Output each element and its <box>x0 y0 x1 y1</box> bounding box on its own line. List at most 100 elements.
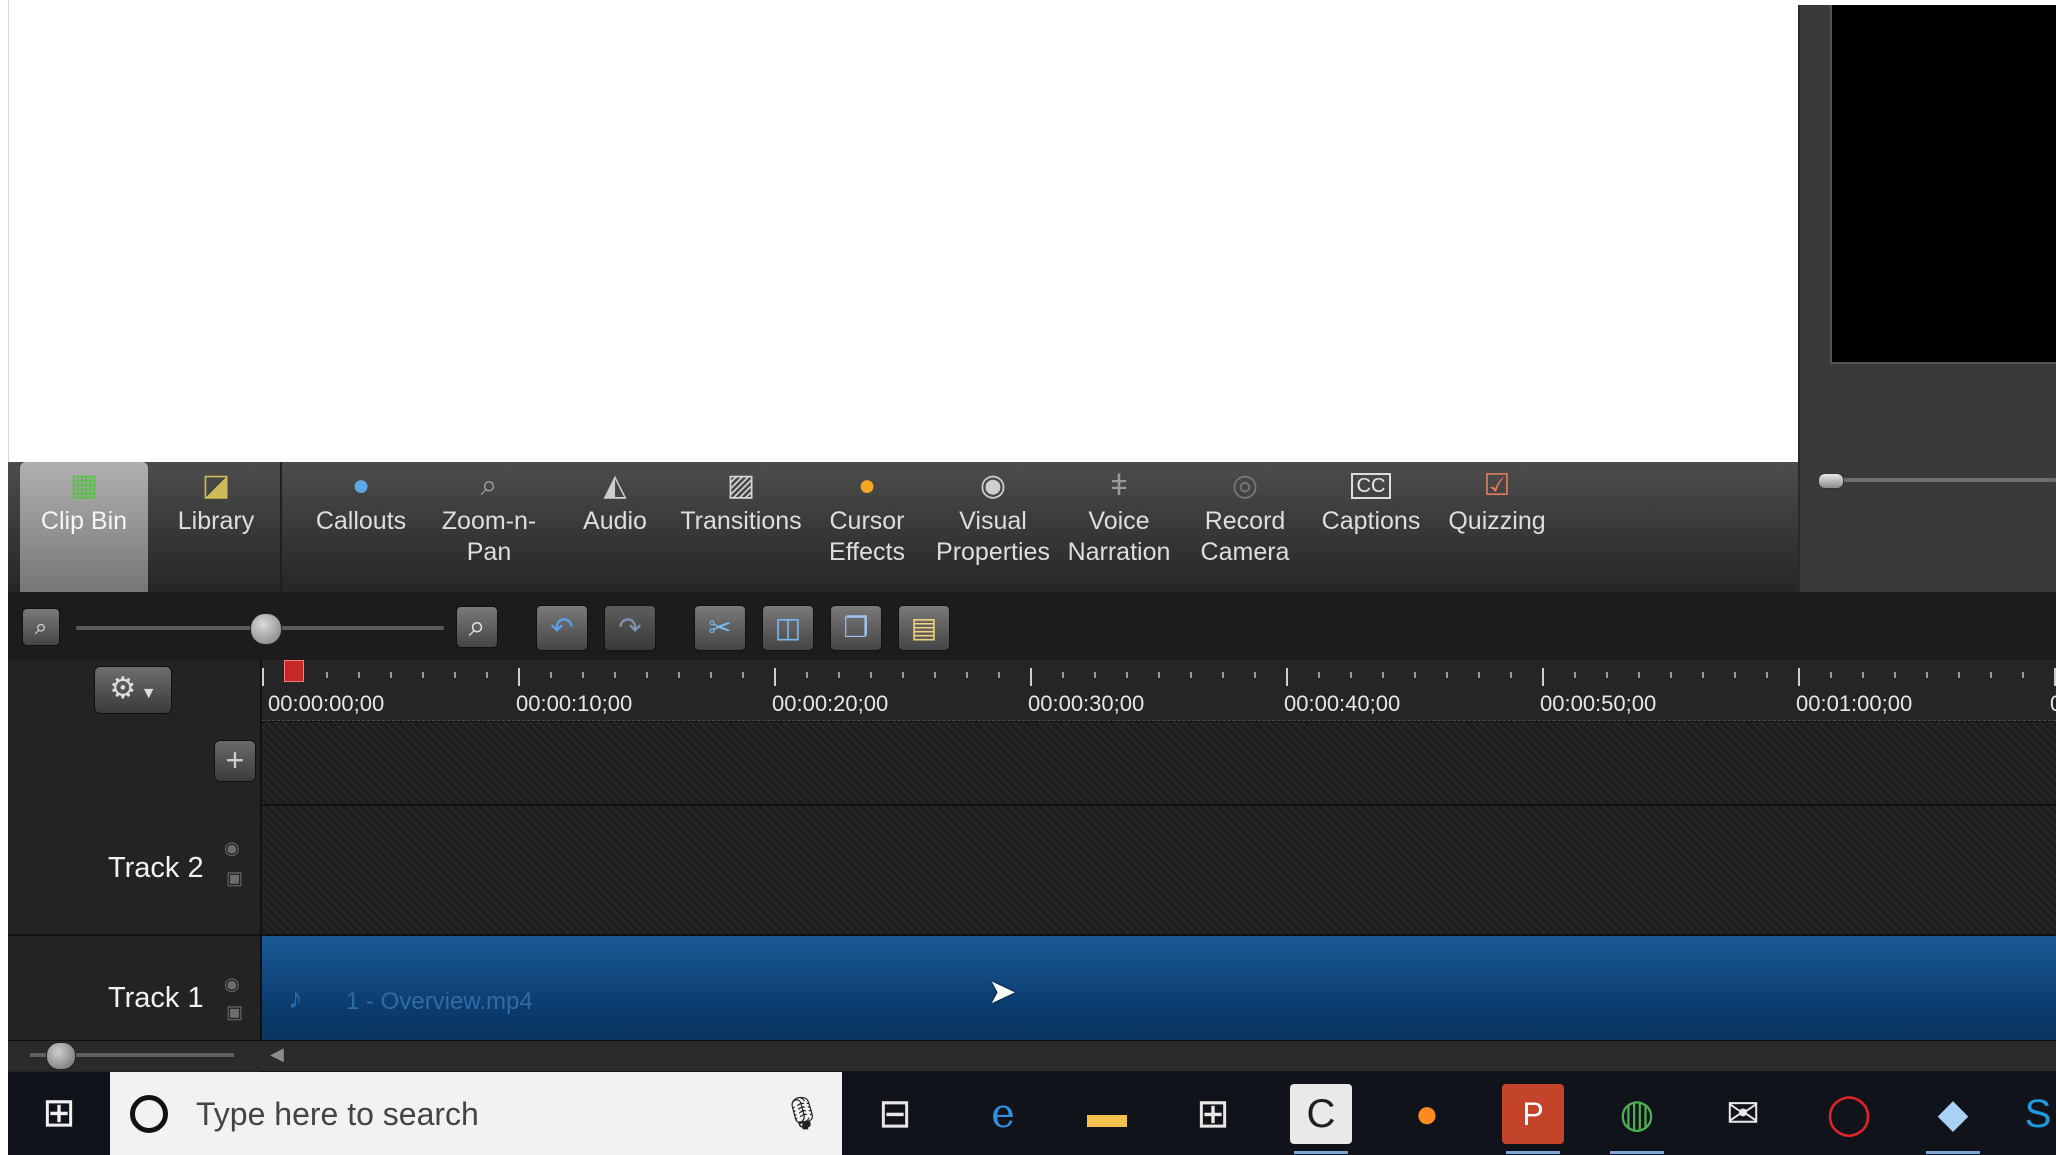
track-header-track-1[interactable]: Track 1 ◉ ▣ <box>8 936 260 1040</box>
ruler-minor-tick <box>806 672 808 678</box>
ruler-minor-tick <box>1126 672 1128 678</box>
task-view-icon[interactable]: ⊟ <box>864 1084 926 1144</box>
ruler-major-tick <box>1798 668 1800 686</box>
ruler-minor-tick <box>1318 672 1320 678</box>
cursor-icon: ● <box>857 469 877 502</box>
eye-icon[interactable]: ◉ <box>224 838 240 859</box>
tab-zoom-n-pan[interactable]: ⌕ Zoom-n- Pan <box>426 462 552 592</box>
lock-icon[interactable]: ▣ <box>226 868 243 889</box>
file-explorer-icon[interactable]: ▬ <box>1076 1084 1138 1144</box>
paste-button[interactable]: ▤ <box>898 605 950 651</box>
chrome-icon[interactable]: ◍ <box>1606 1084 1668 1154</box>
copy-button[interactable]: ❐ <box>830 605 882 651</box>
ruler-minor-tick <box>1734 672 1736 678</box>
microphone-icon[interactable]: 🎙 <box>782 1094 823 1132</box>
library-icon: ◪ <box>201 469 231 502</box>
edge-icon[interactable]: e <box>972 1084 1034 1144</box>
ruler-minor-tick <box>614 672 616 678</box>
ruler-minor-tick <box>678 672 680 678</box>
timeline-settings-button[interactable]: ⚙ ▼ <box>94 666 172 714</box>
ruler-minor-tick <box>454 672 456 678</box>
ruler-label: 00:00:20;00 <box>772 691 889 716</box>
tab-clip-bin[interactable]: ▦ Clip Bin <box>20 462 148 592</box>
tab-callouts[interactable]: ● Callouts <box>298 462 424 592</box>
cortana-icon[interactable] <box>130 1095 168 1133</box>
ruler-minor-tick <box>1414 672 1416 678</box>
film-reel-icon: ◉ <box>979 469 1007 502</box>
ruler-minor-tick <box>1446 672 1448 678</box>
zoom-out-icon[interactable]: ⌕ <box>22 608 60 646</box>
notepad-icon[interactable]: ◆ <box>1922 1084 1984 1154</box>
microphone-icon: ǂ <box>1110 469 1128 502</box>
tab-cursor-effects[interactable]: ● Cursor Effects <box>804 462 930 592</box>
ruler-minor-tick <box>998 672 1000 678</box>
track-2-lane[interactable] <box>262 806 2056 936</box>
windows-logo-icon: ⊞ <box>42 1091 76 1135</box>
tab-captions[interactable]: CC Captions <box>1308 462 1434 592</box>
scroll-left-icon[interactable]: ◀ <box>270 1044 284 1065</box>
cut-button[interactable]: ✂ <box>694 605 746 651</box>
audio-note-icon: ♪ <box>288 982 303 1015</box>
ruler-label: 00:00:50;00 <box>1540 691 1657 716</box>
transition-icon: ▨ <box>726 469 756 502</box>
ruler-major-tick <box>262 668 264 686</box>
speaker-icon: ◭ <box>603 469 627 502</box>
track-height-thumb[interactable] <box>46 1042 76 1070</box>
track-header-track-2[interactable]: Track 2 ◉ ▣ <box>8 806 260 936</box>
start-button[interactable]: ⊞ <box>8 1072 110 1155</box>
add-track-button[interactable]: + <box>214 740 256 782</box>
gear-icon: ⚙ <box>109 672 137 705</box>
ruler-major-tick <box>774 668 776 686</box>
store-icon[interactable]: ⊞ <box>1182 1084 1244 1144</box>
plus-icon: + <box>225 742 245 778</box>
canvas-area <box>8 0 1799 462</box>
ruler-label: 00:01:00;00 <box>1796 691 1913 716</box>
ruler-minor-tick <box>646 672 648 678</box>
ruler-minor-tick <box>582 672 584 678</box>
undo-button[interactable]: ↶ <box>536 605 588 651</box>
clip-name[interactable]: 1 - Overview.mp4 <box>346 988 533 1016</box>
camtasia-icon[interactable]: C <box>1290 1084 1352 1154</box>
timeline-scrollbar[interactable] <box>8 1040 2056 1071</box>
tab-transitions[interactable]: ▨ Transitions <box>676 462 806 592</box>
playhead[interactable] <box>284 660 304 682</box>
ruler-label: 00:00:00;00 <box>268 691 385 716</box>
preview-slider-thumb[interactable] <box>1818 473 1844 489</box>
tab-voice-narration[interactable]: ǂ Voice Narration <box>1056 462 1182 592</box>
tab-record-camera[interactable]: ◎ Record Camera <box>1182 462 1308 592</box>
powerpoint-icon[interactable]: P <box>1502 1084 1564 1154</box>
ruler-label-cut: 0 <box>2050 691 2056 717</box>
zoom-in-icon[interactable]: ⌕ <box>456 606 498 648</box>
redo-button[interactable]: ↷ <box>604 605 656 651</box>
ruler-minor-tick <box>1350 672 1352 678</box>
ruler-minor-tick <box>1574 672 1576 678</box>
lock-icon[interactable]: ▣ <box>226 1002 243 1023</box>
ruler-minor-tick <box>2022 672 2024 678</box>
speech-bubble-icon: ● <box>351 469 371 502</box>
empty-track-lane[interactable] <box>262 722 2056 806</box>
split-button[interactable]: ◫ <box>762 605 814 651</box>
ruler-minor-tick <box>1478 672 1480 678</box>
ruler-major-tick <box>1030 668 1032 686</box>
eye-icon[interactable]: ◉ <box>224 974 240 995</box>
time-ruler[interactable]: 00:00:00;00 00:00:10;00 00:00:20;00 00:0… <box>262 660 2056 721</box>
opera-icon[interactable]: ◯ <box>1818 1084 1880 1144</box>
ruler-minor-tick <box>1254 672 1256 678</box>
ruler-minor-tick <box>1766 672 1768 678</box>
tab-audio[interactable]: ◭ Audio <box>552 462 678 592</box>
skype-icon[interactable]: S <box>2020 1084 2056 1144</box>
magnifier-icon: ⌕ <box>480 469 498 502</box>
ruler-minor-tick <box>1670 672 1672 678</box>
tab-visual-properties[interactable]: ◉ Visual Properties <box>928 462 1058 592</box>
preview-slider[interactable] <box>1818 478 2056 482</box>
tool-tabs-bar: ▦ Clip Bin ◪ Library ● Callouts ⌕ Zoom-n… <box>8 462 1798 592</box>
tab-quizzing[interactable]: ☑ Quizzing <box>1434 462 1560 592</box>
search-placeholder[interactable]: Type here to search <box>196 1096 479 1133</box>
firefox-icon[interactable]: ● <box>1396 1084 1458 1144</box>
preview-video[interactable] <box>1830 5 2056 364</box>
tab-library[interactable]: ◪ Library <box>152 462 280 592</box>
timeline-zoom-thumb[interactable] <box>250 613 282 645</box>
ruler-label: 00:00:10;00 <box>516 691 633 716</box>
ruler-minor-tick <box>1094 672 1096 678</box>
mail-icon[interactable]: ✉ <box>1712 1084 1774 1144</box>
